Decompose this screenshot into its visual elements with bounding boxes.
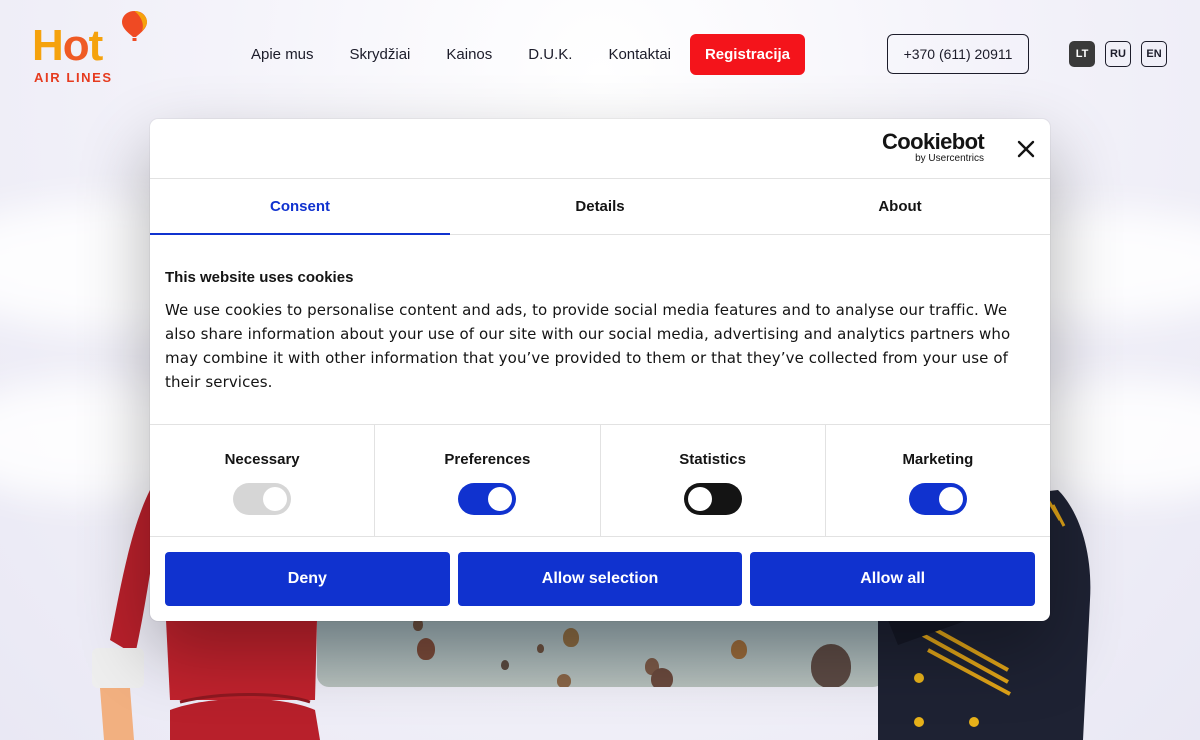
tab-consent[interactable]: Consent	[150, 179, 450, 235]
deny-button[interactable]: Deny	[165, 552, 450, 606]
consent-toggles: Necessary Preferences Statistics Marketi…	[150, 424, 1050, 537]
cookie-consent-dialog: Cookiebot by Usercentrics Consent Detail…	[150, 119, 1050, 621]
close-icon[interactable]	[1016, 139, 1036, 159]
marketing-toggle[interactable]	[908, 483, 967, 515]
statistics-toggle[interactable]	[683, 483, 742, 515]
toggle-cell-statistics: Statistics	[601, 425, 826, 536]
toggle-label-statistics: Statistics	[679, 451, 746, 468]
cookiebot-wordmark: Cookiebot	[882, 129, 985, 154]
toggle-cell-marketing: Marketing	[826, 425, 1050, 536]
toggle-cell-necessary: Necessary	[150, 425, 376, 536]
tab-details[interactable]: Details	[450, 179, 750, 234]
toggle-label-necessary: Necessary	[224, 451, 300, 468]
toggle-label-marketing: Marketing	[902, 451, 974, 468]
allow-all-button[interactable]: Allow all	[750, 552, 1036, 606]
necessary-toggle	[233, 483, 292, 515]
dialog-tabs: Consent Details About	[150, 179, 1050, 235]
dialog-title: This website uses cookies	[165, 269, 354, 286]
allow-selection-button[interactable]: Allow selection	[457, 552, 743, 606]
dialog-header: Cookiebot by Usercentrics	[150, 119, 1050, 179]
toggle-label-preferences: Preferences	[444, 451, 531, 468]
cookiebot-byline: by Usercentrics	[915, 153, 984, 164]
cookiebot-logo: Cookiebot by Usercentrics	[882, 131, 986, 165]
toggle-cell-preferences: Preferences	[375, 425, 601, 536]
tab-about[interactable]: About	[750, 179, 1050, 234]
dialog-description: We use cookies to personalise content an…	[165, 301, 1011, 391]
dialog-actions: Deny Allow selection Allow all	[165, 552, 1036, 606]
preferences-toggle[interactable]	[458, 483, 517, 515]
